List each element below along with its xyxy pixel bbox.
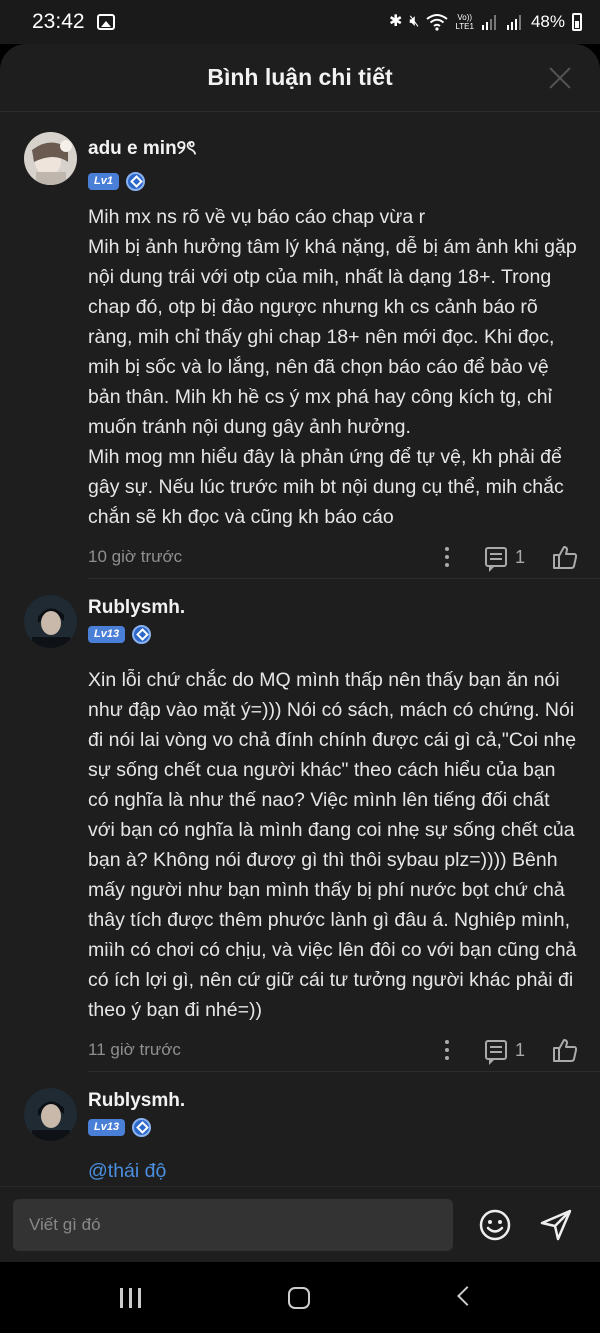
username[interactable]: adu e min୨ৎ xyxy=(88,134,196,166)
status-bar: 23:42 ✱ 🔇︎ Vo)) LTE1 48% xyxy=(0,0,600,44)
system-nav-bar xyxy=(0,1262,600,1333)
sheet-header: Bình luận chi tiết xyxy=(0,44,600,112)
signal-icon xyxy=(481,15,496,30)
mention-link[interactable]: @thái độ xyxy=(88,1156,580,1186)
level-badge: Lv13 xyxy=(88,626,126,643)
bluetooth-icon: ✱ xyxy=(388,13,403,30)
comment-item: Rublysmh. Lv13 @thái độ xyxy=(0,1088,600,1186)
comment-input-bar xyxy=(0,1186,600,1262)
reply-count[interactable]: 1 xyxy=(515,1040,525,1061)
comment-item: adu e min୨ৎ Lv1 Mih mx ns rõ về vụ báo c… xyxy=(0,132,600,576)
username[interactable]: Rublysmh. xyxy=(88,1090,185,1112)
like-icon[interactable] xyxy=(552,1037,578,1063)
gem-badge-icon xyxy=(132,625,152,644)
gem-badge-icon xyxy=(132,1118,152,1137)
close-icon[interactable] xyxy=(548,66,572,90)
battery-icon xyxy=(572,13,582,31)
battery-percent: 48% xyxy=(530,12,565,31)
home-icon[interactable] xyxy=(288,1287,310,1309)
reply-icon[interactable] xyxy=(484,547,507,572)
divider xyxy=(88,578,600,579)
mute-icon: 🔇︎ xyxy=(409,13,420,30)
back-icon[interactable] xyxy=(457,1286,477,1306)
comment-input[interactable] xyxy=(13,1198,453,1251)
avatar[interactable] xyxy=(24,1088,77,1141)
comment-footer: 11 giờ trước 1 xyxy=(88,1031,578,1069)
gallery-icon xyxy=(96,14,115,30)
status-icons: ✱ 🔇︎ Vo)) LTE1 48% xyxy=(389,12,582,32)
level-badge: Lv1 xyxy=(88,173,119,190)
volte-icon: Vo)) LTE1 xyxy=(455,13,474,31)
comment-text: @thái độ xyxy=(88,1156,580,1186)
comment-text: Xin lỗi chứ chắc do MQ mình thấp nên thấ… xyxy=(88,669,577,1021)
status-time: 23:42 xyxy=(32,10,85,33)
avatar[interactable] xyxy=(24,132,77,185)
gem-badge-icon xyxy=(125,172,145,191)
reply-count[interactable]: 1 xyxy=(515,547,525,568)
comment-time: 11 giờ trước xyxy=(88,1040,181,1059)
more-options-icon[interactable] xyxy=(444,547,449,567)
avatar[interactable] xyxy=(24,595,77,648)
comment-time: 10 giờ trước xyxy=(88,547,183,566)
comment-footer: 10 giờ trước 1 xyxy=(88,538,578,576)
sheet-title: Bình luận chi tiết xyxy=(207,64,393,90)
divider xyxy=(88,1071,600,1072)
comment-list: adu e min୨ৎ Lv1 Mih mx ns rõ về vụ báo c… xyxy=(0,132,600,1186)
signal-icon-2 xyxy=(506,15,521,30)
comment-detail-sheet: Bình luận chi tiết adu e min୨ৎ Lv1 Mih m… xyxy=(0,44,600,1262)
username[interactable]: Rublysmh. xyxy=(88,597,185,619)
send-icon[interactable] xyxy=(539,1208,573,1242)
level-badge: Lv13 xyxy=(88,1119,126,1136)
emoji-icon[interactable] xyxy=(479,1209,511,1241)
reply-icon[interactable] xyxy=(484,1040,507,1065)
comment-item: Rublysmh. Lv13 Xin lỗi chứ chắc do MQ mì… xyxy=(0,595,600,1069)
comment-text: Mih mx ns rõ về vụ báo cáo chap vừa r Mi… xyxy=(88,206,577,528)
recents-icon[interactable] xyxy=(120,1288,142,1308)
like-icon[interactable] xyxy=(552,544,578,570)
wifi-icon xyxy=(426,14,449,31)
more-options-icon[interactable] xyxy=(444,1040,449,1060)
